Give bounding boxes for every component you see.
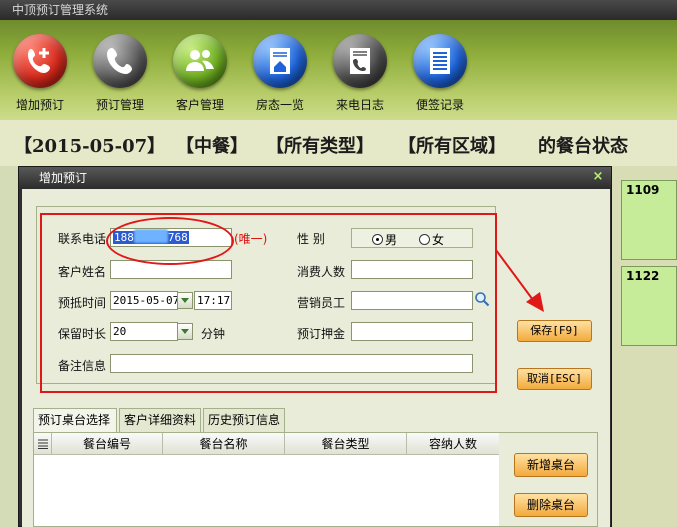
customer-manage-button[interactable]: 客户管理: [160, 34, 240, 120]
hold-unit-label: 分钟: [201, 327, 226, 341]
notes-icon: [413, 34, 467, 88]
add-reservation-button[interactable]: 增加预订: [0, 34, 80, 120]
table-board: 1109 1122: [610, 166, 677, 527]
toolbar-label: 便签记录: [415, 98, 464, 112]
sales-staff-label: 营销员工: [297, 296, 346, 310]
reservation-manage-button[interactable]: 预订管理: [80, 34, 160, 120]
hold-duration-label: 保留时长: [58, 327, 107, 341]
phone-mask: [133, 229, 168, 243]
close-icon[interactable]: ×: [591, 170, 605, 184]
status-suffix: 的餐台状态: [538, 136, 628, 157]
gender-radio-group: 男 女: [351, 228, 473, 248]
status-area[interactable]: 【所有区域】: [398, 132, 506, 158]
tab-history[interactable]: 历史预订信息: [203, 408, 285, 432]
gender-female-radio[interactable]: 女: [419, 231, 444, 248]
customer-name-input[interactable]: [110, 260, 232, 279]
phone-handset-icon: [93, 34, 147, 88]
hold-duration-select[interactable]: 20: [110, 322, 178, 341]
gender-label: 性 别: [297, 232, 325, 246]
dialog-title: 增加预订: [19, 167, 611, 189]
search-icon[interactable]: [474, 291, 490, 307]
users-icon: [173, 34, 227, 88]
column-header[interactable]: 餐台类型: [285, 433, 407, 455]
main-toolbar: 增加预订 预订管理 客户管理 房态一览 来电日志 便签记录: [0, 20, 677, 120]
tab-table-selection[interactable]: 预订桌台选择: [33, 408, 117, 433]
radio-dot: [372, 234, 383, 245]
toolbar-label: 增加预订: [15, 98, 64, 112]
table-number: 1109: [626, 183, 660, 197]
arrival-time-input[interactable]: 17:17: [194, 291, 232, 310]
deposit-label: 预订押金: [297, 327, 346, 341]
table-card[interactable]: 1122: [621, 266, 677, 346]
row-selector-icon[interactable]: [34, 433, 52, 455]
toolbar-label: 房态一览: [255, 98, 304, 112]
arrival-date-input[interactable]: 2015-05-07: [110, 291, 178, 310]
status-date[interactable]: 【2015-05-07】: [14, 132, 165, 158]
chevron-down-icon[interactable]: [177, 292, 193, 309]
chevron-down-icon[interactable]: [177, 323, 193, 340]
room-status-button[interactable]: 房态一览: [240, 34, 320, 120]
table-status-filter-bar: 【2015-05-07】 【中餐】 【所有类型】 【所有区域】 的餐台状态: [0, 120, 677, 166]
tab-customer-details[interactable]: 客户详细资料: [119, 408, 201, 432]
notes-button[interactable]: 便签记录: [400, 34, 480, 120]
notes-input[interactable]: [110, 354, 473, 373]
add-table-button[interactable]: 新增桌台: [514, 453, 588, 477]
phone-log-icon: [333, 34, 387, 88]
toolbar-label: 客户管理: [175, 98, 224, 112]
phone-add-icon: [13, 34, 67, 88]
guest-count-label: 消费人数: [297, 265, 346, 279]
column-header[interactable]: 容纳人数: [407, 433, 499, 455]
notes-label: 备注信息: [58, 359, 107, 373]
toolbar-label: 预订管理: [95, 98, 144, 112]
deposit-input[interactable]: [351, 322, 473, 341]
delete-table-button[interactable]: 删除桌台: [514, 493, 588, 517]
toolbar-label: 来电日志: [335, 98, 384, 112]
status-meal[interactable]: 【中餐】: [176, 132, 248, 158]
app-title: 中顶预订管理系统: [0, 0, 677, 20]
gender-male-radio[interactable]: 男: [372, 231, 397, 248]
status-type[interactable]: 【所有类型】: [266, 132, 374, 158]
phone-selected-text: 188 768: [113, 229, 189, 244]
cancel-button[interactable]: 取消[ESC]: [517, 368, 592, 390]
phone-input[interactable]: 188 768: [110, 228, 232, 247]
sales-staff-input[interactable]: [351, 291, 473, 310]
customer-name-label: 客户姓名: [58, 265, 107, 279]
phone-label: 联系电话: [58, 232, 107, 246]
call-log-button[interactable]: 来电日志: [320, 34, 400, 120]
house-icon: [253, 34, 307, 88]
table-number: 1122: [626, 269, 660, 283]
radio-dot: [419, 234, 430, 245]
save-button[interactable]: 保存[F9]: [517, 320, 592, 342]
table-card[interactable]: 1109: [621, 180, 677, 260]
unique-note: (唯一): [234, 232, 268, 246]
column-header[interactable]: 餐台名称: [163, 433, 285, 455]
guest-count-input[interactable]: [351, 260, 473, 279]
column-header[interactable]: 餐台编号: [52, 433, 163, 455]
grid-header: 餐台编号 餐台名称 餐台类型 容纳人数: [34, 433, 499, 455]
arrival-time-label: 预抵时间: [58, 296, 107, 310]
